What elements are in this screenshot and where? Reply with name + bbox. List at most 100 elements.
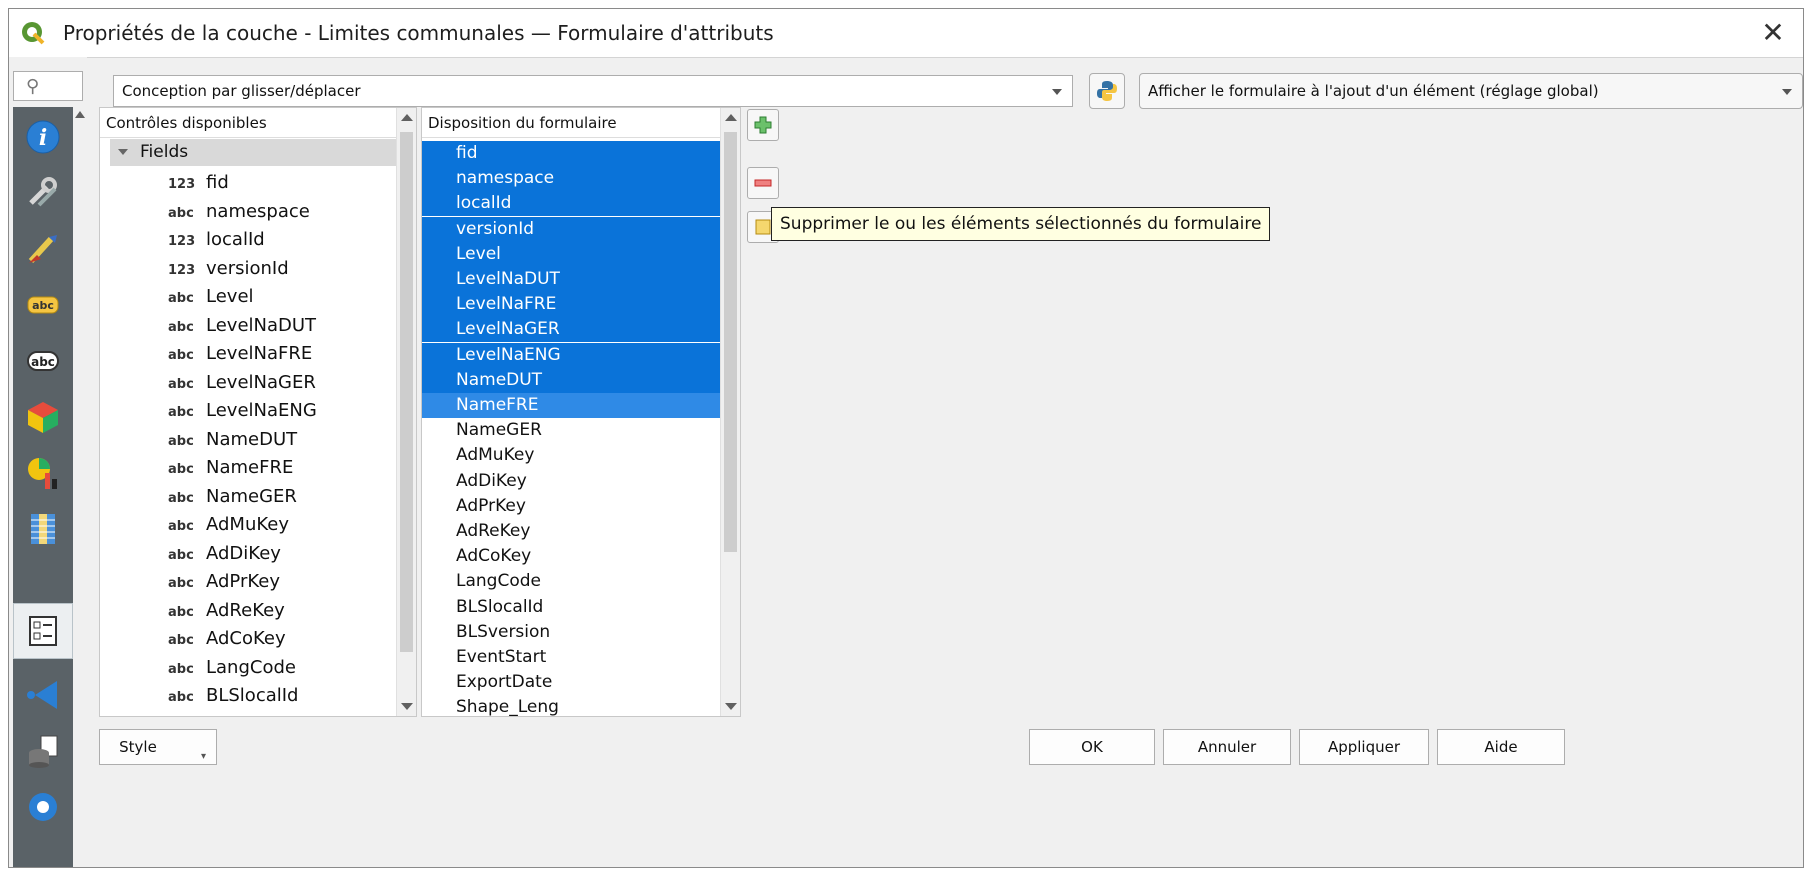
available-field-item[interactable]: abc LevelNaGER — [168, 369, 316, 397]
diagrams-icon[interactable] — [23, 453, 63, 493]
form-layout-item[interactable]: LevelNaGER — [422, 317, 720, 343]
fields-tree-root[interactable]: Fields — [110, 139, 400, 166]
form-layout-item[interactable]: NameDUT — [422, 367, 720, 393]
symbology-icon[interactable] — [23, 229, 63, 269]
available-field-item[interactable]: abc NameGER — [168, 483, 297, 511]
available-field-item[interactable]: abc LevelNaENG — [168, 397, 317, 425]
form-layout-item[interactable]: BLSlocalId — [422, 595, 720, 620]
chevron-down-icon — [1052, 89, 1062, 95]
field-type-label: 123 — [168, 234, 196, 249]
style-button[interactable]: Style ▾ — [99, 729, 217, 765]
form-layout-item[interactable]: Level — [422, 241, 720, 267]
available-field-item[interactable]: 123 versionId — [168, 255, 289, 283]
scroll-down-icon[interactable] — [725, 703, 737, 710]
layout-mode-select[interactable]: Conception par glisser/déplacer — [113, 75, 1073, 107]
available-field-item[interactable]: abc Level — [168, 283, 254, 311]
qgis-logo-icon — [22, 22, 45, 45]
form-layout-item[interactable]: versionId — [422, 216, 720, 242]
form-layout-item[interactable]: LevelNaENG — [422, 342, 720, 368]
expand-caret-icon[interactable] — [118, 149, 128, 155]
available-field-item[interactable]: abc LevelNaFRE — [168, 340, 312, 368]
form-layout-item[interactable]: LevelNaDUT — [422, 267, 720, 292]
cancel-button[interactable]: Annuler — [1163, 729, 1291, 765]
form-layout-item[interactable]: AdMuKey — [422, 443, 720, 468]
form-layout-item[interactable]: LevelNaFRE — [422, 292, 720, 318]
field-type-label: abc — [168, 576, 194, 591]
scroll-thumb[interactable] — [400, 132, 413, 652]
scroll-thumb[interactable] — [724, 132, 737, 552]
apply-button[interactable]: Appliquer — [1299, 729, 1429, 765]
fields-icon[interactable] — [23, 509, 63, 549]
form-layout-item[interactable]: EventStart — [422, 645, 720, 670]
python-init-button[interactable] — [1089, 73, 1125, 109]
form-layout-item[interactable]: localId — [422, 191, 720, 217]
available-field-item[interactable]: abc BLSlocalId — [168, 682, 298, 710]
info-icon[interactable]: i — [23, 117, 63, 157]
storage-icon[interactable] — [23, 731, 63, 771]
actions-icon[interactable] — [23, 787, 63, 827]
joins-icon[interactable] — [23, 675, 63, 715]
form-layout-item[interactable]: NameFRE — [422, 393, 720, 418]
available-field-item[interactable]: abc LangCode — [168, 654, 296, 682]
field-type-label: abc — [168, 291, 194, 306]
field-name-label: LevelNaFRE — [206, 343, 313, 364]
available-controls-header: Contrôles disponibles — [100, 108, 396, 138]
available-field-item[interactable]: abc NameDUT — [168, 426, 297, 454]
sidebar-search-input[interactable]: ⚲ — [13, 71, 83, 101]
form-layout-header: Disposition du formulaire — [422, 108, 720, 138]
available-field-item[interactable]: abc AdReKey — [168, 597, 285, 625]
field-name-label: LangCode — [206, 656, 296, 678]
field-type-label: 123 — [168, 262, 196, 278]
source-icon[interactable] — [23, 173, 63, 213]
form-layout-item[interactable]: AdReKey — [422, 519, 720, 544]
available-field-item[interactable]: abc namespace — [168, 198, 310, 226]
form-layout-item[interactable]: NameGER — [422, 418, 720, 443]
sidebar-scrollbar[interactable] — [73, 107, 87, 867]
available-field-item[interactable]: abc NameFRE — [168, 454, 293, 482]
window-title: Propriétés de la couche - Limites commun… — [63, 21, 774, 45]
form-layout-item[interactable]: namespace — [422, 166, 720, 192]
remove-element-button[interactable] — [747, 167, 779, 199]
form-layout-item[interactable]: AdPrKey — [422, 494, 720, 519]
field-type-label: abc — [168, 604, 194, 620]
field-type-label: abc — [168, 405, 194, 420]
labels-icon[interactable]: abc — [23, 285, 63, 325]
field-type-label: abc — [168, 433, 194, 449]
available-field-item[interactable]: 123 localId — [168, 226, 265, 254]
scroll-down-icon[interactable] — [401, 703, 413, 710]
form-suppress-select[interactable]: Afficher le formulaire à l'ajout d'un él… — [1139, 73, 1803, 109]
attributes-form-icon[interactable] — [23, 611, 63, 651]
available-field-item[interactable]: abc AdPrKey — [168, 568, 280, 596]
ok-button[interactable]: OK — [1029, 729, 1155, 765]
scroll-up-icon[interactable] — [725, 114, 737, 121]
close-button[interactable]: ✕ — [1751, 13, 1795, 53]
available-field-item[interactable]: abc AdCoKey — [168, 625, 286, 653]
field-name-label: NameGER — [206, 485, 297, 507]
scroll-up-icon[interactable] — [75, 111, 85, 118]
field-type-label: abc — [168, 690, 194, 705]
available-field-item[interactable]: abc LevelNaDUT — [168, 312, 316, 340]
form-layout-item[interactable]: AdCoKey — [422, 544, 720, 569]
add-container-button[interactable] — [747, 109, 779, 141]
masks-icon[interactable]: abc — [23, 341, 63, 381]
field-name-label: AdDiKey — [206, 542, 281, 564]
python-icon — [1097, 81, 1117, 101]
form-layout-item[interactable]: LangCode — [422, 569, 720, 594]
3d-view-icon[interactable] — [23, 397, 63, 437]
available-field-item[interactable]: abc AdMuKey — [168, 511, 289, 539]
chevron-down-icon — [1782, 89, 1792, 95]
field-name-label: AdMuKey — [206, 514, 289, 535]
form-layout-item[interactable]: BLSversion — [422, 620, 720, 645]
scroll-up-icon[interactable] — [401, 114, 413, 121]
available-field-item[interactable]: abc AdDiKey — [168, 540, 281, 568]
form-layout-item[interactable]: Shape_Leng — [422, 695, 720, 716]
field-type-label: abc — [168, 376, 194, 392]
form-layout-item[interactable]: AdDiKey — [422, 469, 720, 494]
available-scrollbar[interactable] — [396, 108, 416, 716]
help-button[interactable]: Aide — [1437, 729, 1565, 765]
note-icon — [755, 219, 771, 235]
form-layout-item[interactable]: ExportDate — [422, 670, 720, 695]
available-field-item[interactable]: 123 fid — [168, 169, 229, 197]
form-layout-item[interactable]: fid — [422, 141, 720, 166]
layout-scrollbar[interactable] — [720, 108, 740, 716]
